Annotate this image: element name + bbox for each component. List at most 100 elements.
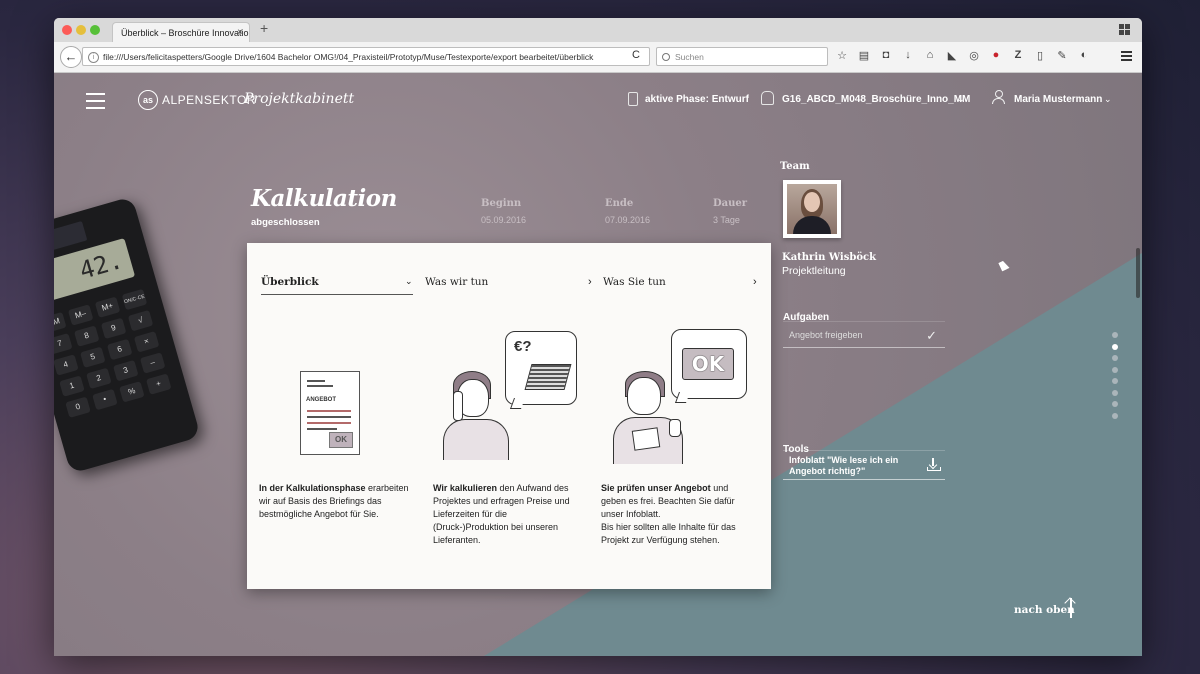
team-member-name: Kathrin Wisböck (782, 252, 877, 263)
search-icon (662, 53, 670, 61)
tab-was-sie-tun[interactable]: Was Sie tun (603, 276, 666, 288)
end-value: 07.09.2016 (605, 215, 651, 225)
calculator-key: 5 (80, 346, 106, 368)
calculator-key: 7 (54, 333, 73, 355)
reading-list-icon[interactable]: ▤ (858, 49, 870, 62)
home-icon[interactable]: ⌂ (924, 49, 936, 62)
section-pagination (1112, 332, 1118, 424)
extension-icon[interactable]: ◐ (1078, 49, 1090, 62)
grid-menu-icon[interactable] (1119, 24, 1130, 35)
calculator-keys: RM M– M+ ON/C·CE 7 8 9 √ 4 5 6 × 1 2 3– 0 •% + (54, 288, 173, 418)
project-selector[interactable]: G16_ABCD_M048_Broschüre_Inno_MM (782, 94, 970, 105)
ok-stamp-icon: OK (329, 432, 353, 448)
back-to-top-link[interactable]: nach oben (1014, 604, 1075, 616)
calculator-key: 8 (73, 325, 100, 347)
close-window-button[interactable] (62, 25, 72, 35)
tab-ueberblick[interactable]: Überblick (261, 276, 319, 288)
speech-bubble: €? (505, 331, 577, 405)
browser-toolbar: ← i file:///Users/felicitaspetters/Googl… (54, 42, 1142, 73)
phone-icon (453, 391, 463, 421)
scrollbar[interactable] (1136, 248, 1140, 298)
tool-label: Infoblatt "Wie lese ich ein Angebot rich… (789, 455, 899, 476)
duration-value: 3 Tage (713, 215, 740, 225)
pagination-dot[interactable] (1112, 412, 1118, 419)
globe-icon[interactable]: ◎ (968, 49, 980, 62)
eyedropper-icon[interactable]: ✎ (1056, 49, 1068, 62)
checkmark-icon[interactable]: ✓ (926, 322, 937, 349)
chevron-right-icon[interactable]: › (753, 276, 757, 288)
calculator-key: 4 (54, 354, 79, 376)
pinterest-icon[interactable]: ● (990, 49, 1002, 62)
url-bar[interactable]: i file:///Users/felicitaspetters/Google … (82, 47, 650, 66)
minimize-window-button[interactable] (76, 25, 86, 35)
pagination-dot[interactable] (1112, 343, 1118, 350)
menu-icon[interactable] (86, 93, 105, 114)
team-member-avatar[interactable] (783, 180, 841, 238)
mouse-cursor (998, 259, 1010, 272)
task-item[interactable]: Angebot freigeben ✓ (783, 321, 945, 348)
reload-button[interactable]: C (632, 49, 640, 61)
pagination-dot[interactable] (1112, 378, 1118, 384)
tool-infoblatt-download[interactable]: Infoblatt "Wie lese ich ein Angebot rich… (783, 450, 945, 480)
pagination-dot[interactable] (1112, 332, 1118, 338)
chevron-down-icon[interactable]: ⌄ (957, 94, 965, 105)
brand-subtitle: Projektkabinett (244, 91, 355, 107)
chevron-right-icon[interactable]: › (588, 276, 592, 288)
tab-bar: Überblick – Broschüre Innovatio... × + (54, 18, 1142, 42)
offer-document-label: ANGEBOT (306, 397, 336, 403)
tab-close-icon[interactable]: × (237, 23, 243, 42)
calculator-key: – (139, 352, 166, 374)
download-icon[interactable]: ↓ (902, 49, 914, 62)
column-text-3: Sie prüfen unser Angebot und geben es fr… (601, 483, 736, 545)
zotero-icon[interactable]: Z (1012, 49, 1024, 62)
thumbs-up-icon (669, 419, 681, 437)
page-icon[interactable]: ▯ (1034, 49, 1046, 62)
send-icon[interactable]: ◣ (946, 49, 958, 62)
url-text: file:///Users/felicitaspetters/Google Dr… (103, 52, 594, 62)
pagination-dot[interactable] (1112, 401, 1118, 407)
euro-question-icon: €? (514, 338, 532, 355)
calculator-key: 2 (86, 367, 112, 390)
toolbar-icons: ☆ ▤ ◘ ↓ ⌂ ◣ ◎ ● Z ▯ ✎ ◐ (836, 49, 1090, 62)
pagination-dot[interactable] (1112, 366, 1118, 373)
user-menu[interactable]: Maria Mustermann (1014, 94, 1102, 105)
user-icon (992, 90, 1005, 104)
money-stack-icon (524, 364, 572, 390)
zoom-window-button[interactable] (90, 25, 100, 35)
page-content: 42. RM M– M+ ON/C·CE 7 8 9 √ 4 5 6 × 1 2 3–0 •% + as ALP… (54, 73, 1142, 656)
info-icon[interactable]: i (88, 52, 99, 63)
calculator-key: 0 (65, 396, 91, 418)
pagination-dot[interactable] (1112, 355, 1118, 361)
bookmark-star-icon[interactable]: ☆ (836, 49, 848, 62)
back-button[interactable]: ← (60, 46, 82, 68)
calculator-key: 9 (100, 317, 127, 340)
team-label: Team (780, 161, 810, 172)
active-phase[interactable]: aktive Phase: Entwurf (645, 94, 749, 105)
download-icon[interactable] (927, 458, 941, 471)
search-input[interactable]: Suchen (656, 47, 828, 66)
speech-bubble-tail (509, 398, 526, 409)
new-tab-button[interactable]: + (260, 20, 268, 36)
consultant-illustration (439, 371, 511, 460)
calculator-key: × (133, 331, 160, 353)
calculator-key: ON/C·CE (121, 288, 148, 311)
brand-name: ALPENSEKTOR (162, 93, 256, 107)
pagination-dot[interactable] (1112, 389, 1118, 396)
phase-status: abgeschlossen (251, 217, 320, 228)
chevron-down-icon[interactable]: ⌄ (1104, 94, 1112, 105)
calculator-key: • (92, 388, 118, 411)
pocket-icon[interactable]: ◘ (880, 49, 892, 62)
browser-menu-icon[interactable] (1121, 51, 1132, 63)
chevron-down-icon[interactable]: ⌄ (405, 276, 413, 287)
paper-icon (631, 427, 661, 451)
end-label: Ende (605, 198, 634, 209)
tab-was-wir-tun[interactable]: Was wir tun (425, 276, 488, 288)
logo-icon: as (138, 90, 158, 110)
browser-window: Überblick – Broschüre Innovatio... × + ←… (54, 18, 1142, 656)
phase-title: Kalkulation (251, 185, 397, 212)
app-header: as ALPENSEKTOR Projektkabinett aktive Ph… (54, 73, 1142, 125)
browser-tab[interactable]: Überblick – Broschüre Innovatio... × (112, 22, 250, 42)
begin-value: 05.09.2016 (481, 215, 527, 225)
project-icon (761, 91, 774, 105)
active-tab-underline (261, 294, 413, 295)
